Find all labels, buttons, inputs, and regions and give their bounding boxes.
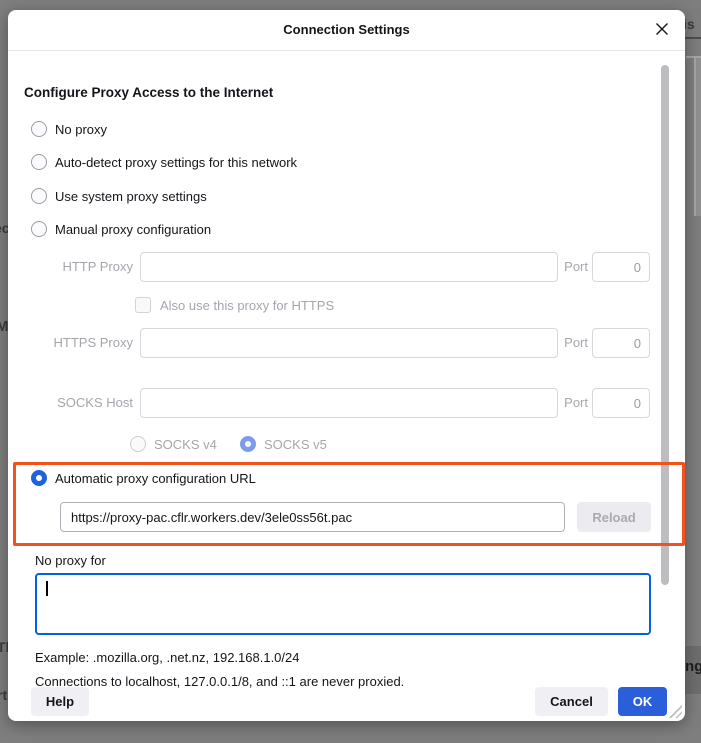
https-proxy-label: HTTPS Proxy xyxy=(8,328,133,358)
https-proxy-input[interactable] xyxy=(140,328,558,358)
reload-button[interactable]: Reload xyxy=(577,502,651,532)
no-proxy-for-textarea[interactable] xyxy=(35,573,651,635)
https-share-checkbox-label: Also use this proxy for HTTPS xyxy=(160,298,334,313)
dialog-heading: Configure Proxy Access to the Internet xyxy=(24,85,273,100)
localhost-note-text: Connections to localhost, 127.0.0.1/8, a… xyxy=(35,674,404,689)
radio-no-proxy[interactable]: No proxy xyxy=(31,121,107,137)
help-button[interactable]: Help xyxy=(31,687,89,716)
socks-host-label: SOCKS Host xyxy=(8,388,133,418)
scrollbar-thumb[interactable] xyxy=(661,65,669,585)
dialog-title: Connection Settings xyxy=(8,10,685,50)
bg-divider-fragment xyxy=(685,37,701,39)
radio-label: Use system proxy settings xyxy=(55,189,207,204)
radio-label: SOCKS v4 xyxy=(154,437,217,452)
radio-label: Auto-detect proxy settings for this netw… xyxy=(55,155,297,170)
radio-label: No proxy xyxy=(55,122,107,137)
ok-button[interactable]: OK xyxy=(618,687,667,716)
http-port-input[interactable] xyxy=(592,252,650,282)
socks-port-label: Port xyxy=(554,388,588,418)
radio-label: Manual proxy configuration xyxy=(55,222,211,237)
radio-label: SOCKS v5 xyxy=(264,437,327,452)
radio-circle-icon xyxy=(240,436,256,452)
radio-circle-icon xyxy=(31,154,47,170)
radio-label: Automatic proxy configuration URL xyxy=(55,471,256,486)
https-port-label: Port xyxy=(554,328,588,358)
radio-circle-icon xyxy=(31,188,47,204)
socks-port-input[interactable] xyxy=(592,388,650,418)
radio-circle-icon xyxy=(31,221,47,237)
radio-circle-icon xyxy=(130,436,146,452)
bg-text-fragment-bottom-right: ng xyxy=(685,660,701,674)
screen: { "dialog": { "title": "Connection Setti… xyxy=(0,0,701,743)
http-proxy-label: HTTP Proxy xyxy=(8,252,133,282)
radio-socks-v4[interactable]: SOCKS v4 xyxy=(130,436,217,452)
no-proxy-for-label: No proxy for xyxy=(35,553,106,568)
radio-socks-v5[interactable]: SOCKS v5 xyxy=(240,436,327,452)
http-port-label: Port xyxy=(554,252,588,282)
connection-settings-dialog: Connection Settings Configure Proxy Acce… xyxy=(8,10,685,721)
radio-auto-detect[interactable]: Auto-detect proxy settings for this netw… xyxy=(31,154,297,170)
https-port-input[interactable] xyxy=(592,328,650,358)
socks-host-input[interactable] xyxy=(140,388,558,418)
no-proxy-example-text: Example: .mozilla.org, .net.nz, 192.168.… xyxy=(35,650,300,665)
radio-system-proxy[interactable]: Use system proxy settings xyxy=(31,188,207,204)
resize-handle[interactable] xyxy=(667,703,682,718)
text-caret xyxy=(46,581,48,596)
radio-manual-proxy[interactable]: Manual proxy configuration xyxy=(31,221,211,237)
radio-circle-icon xyxy=(31,470,47,486)
radio-circle-icon xyxy=(31,121,47,137)
close-icon[interactable] xyxy=(653,21,671,39)
http-proxy-input[interactable] xyxy=(140,252,558,282)
bg-text-fragment-left-4: rt xyxy=(0,688,7,702)
cancel-button[interactable]: Cancel xyxy=(535,687,608,716)
radio-auto-proxy-url[interactable]: Automatic proxy configuration URL xyxy=(31,470,256,486)
https-share-checkbox[interactable] xyxy=(135,297,151,313)
auto-proxy-url-input[interactable] xyxy=(60,502,565,532)
bg-panel-fill xyxy=(696,58,701,216)
dialog-titlebar: Connection Settings xyxy=(8,10,685,51)
